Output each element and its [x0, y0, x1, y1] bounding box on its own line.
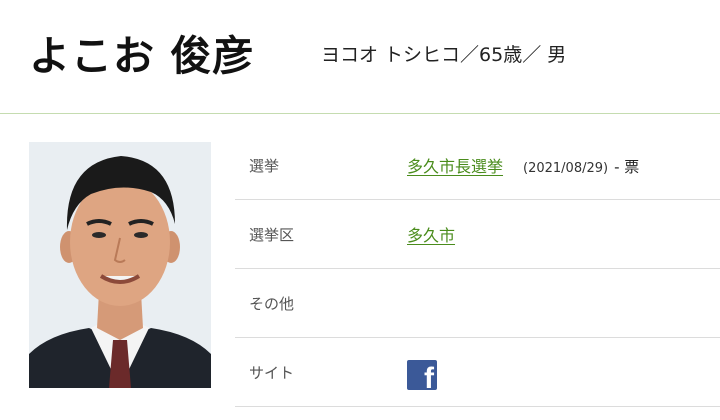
district-label: 選挙区: [249, 226, 295, 244]
candidate-profile: よこお 俊彦 ヨコオ トシヒコ／65歳／ 男 選挙 多久市長選挙 (2021/0…: [0, 0, 720, 420]
facebook-icon[interactable]: f: [407, 360, 437, 390]
election-label: 選挙: [249, 157, 280, 175]
info-row-site: サイト f: [235, 338, 720, 407]
election-date: (2021/08/29): [523, 161, 609, 176]
election-link[interactable]: 多久市長選挙: [407, 157, 503, 176]
info-row-election: 選挙 多久市長選挙 (2021/08/29) - 票: [235, 131, 720, 200]
candidate-name: よこお 俊彦: [29, 32, 255, 80]
info-row-district: 選挙区 多久市: [235, 200, 720, 269]
facebook-glyph: f: [424, 362, 434, 391]
info-row-other: その他: [235, 269, 720, 338]
candidate-kana-age-sex: ヨコオ トシヒコ／65歳／ 男: [321, 44, 567, 66]
other-label: その他: [249, 295, 295, 313]
candidate-photo: [29, 142, 211, 388]
district-value: 多久市: [407, 222, 455, 246]
vote-count: - 票: [614, 158, 640, 176]
site-label: サイト: [249, 364, 295, 382]
profile-header: よこお 俊彦 ヨコオ トシヒコ／65歳／ 男: [0, 0, 720, 114]
district-link[interactable]: 多久市: [407, 226, 455, 245]
election-value: 多久市長選挙 (2021/08/29) - 票: [407, 153, 639, 177]
profile-info-table: 選挙 多久市長選挙 (2021/08/29) - 票 選挙区 多久市 その他 サイト…: [235, 131, 720, 407]
